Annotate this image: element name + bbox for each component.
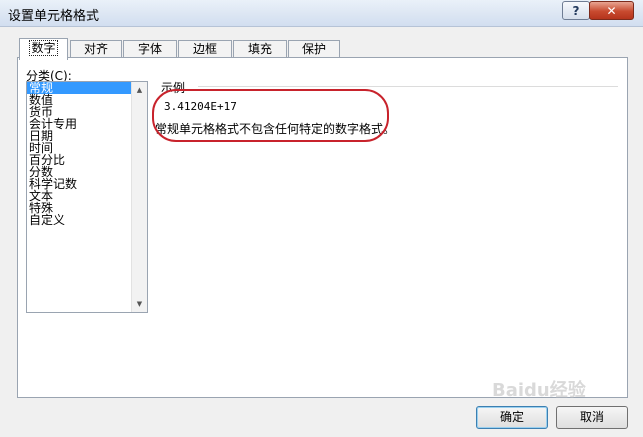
sample-divider [198,86,618,87]
tab-border[interactable]: 边框 [178,40,232,58]
tab-label: 边框 [192,42,217,56]
watermark-logo: Baidu经验 [492,380,586,401]
cancel-button[interactable]: 取消 [556,406,628,429]
tab-protection[interactable]: 保护 [288,40,340,58]
number-format-panel: 分类(C): 常规 数值 货币 会计专用 日期 时间 百分比 分数 科学记数 文… [17,57,628,398]
help-button[interactable]: ? [562,1,590,20]
close-button[interactable]: ✕ [589,1,634,20]
title-bar: 设置单元格格式 ? ✕ [0,0,643,27]
red-annotation-ellipse [152,89,389,142]
tab-fill[interactable]: 填充 [233,40,287,58]
tab-label: 填充 [247,42,272,56]
tab-label: 字体 [137,42,162,56]
scroll-down-icon[interactable]: ▼ [132,296,147,312]
tab-label: 对齐 [83,42,108,56]
listbox-scrollbar[interactable]: ▲ ▼ [131,82,147,312]
help-icon: ? [572,3,580,18]
ok-button[interactable]: 确定 [476,406,548,429]
tab-number[interactable]: 数字 [19,38,68,60]
tab-alignment[interactable]: 对齐 [70,40,122,58]
close-icon: ✕ [606,3,617,18]
category-list: 常规 数值 货币 会计专用 日期 时间 百分比 分数 科学记数 文本 特殊 自定… [27,82,131,226]
tab-label: 数字 [29,40,58,56]
scroll-up-icon[interactable]: ▲ [132,82,147,98]
tab-font[interactable]: 字体 [123,40,177,58]
window-title: 设置单元格格式 [8,9,100,24]
tab-label: 保护 [301,42,326,56]
category-listbox[interactable]: 常规 数值 货币 会计专用 日期 时间 百分比 分数 科学记数 文本 特殊 自定… [26,81,148,313]
list-item-custom[interactable]: 自定义 [27,214,131,226]
